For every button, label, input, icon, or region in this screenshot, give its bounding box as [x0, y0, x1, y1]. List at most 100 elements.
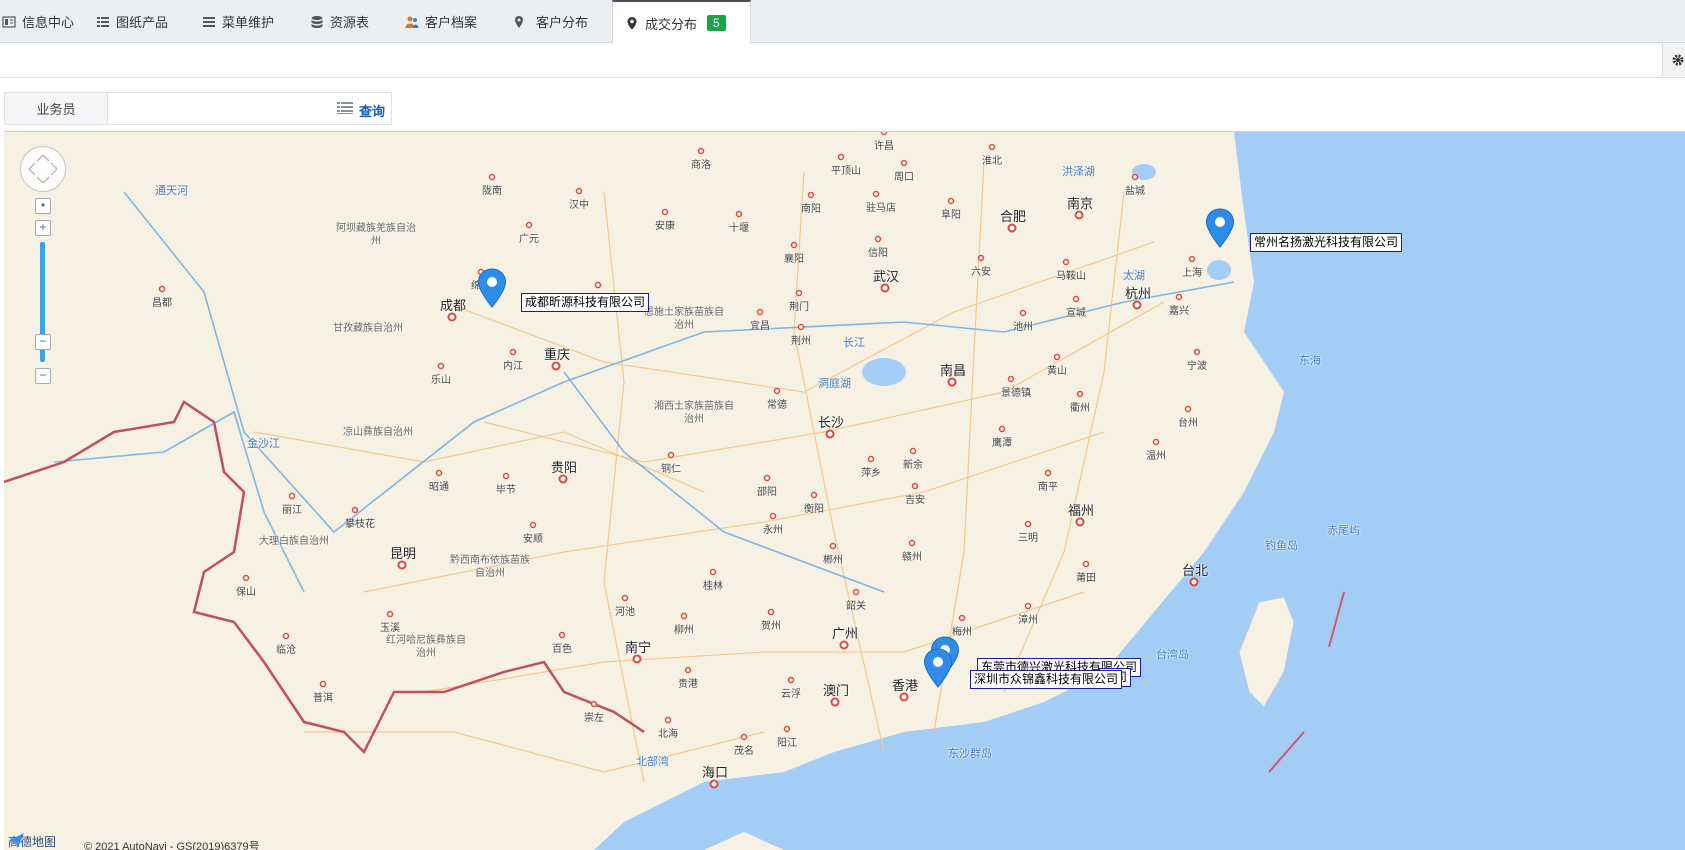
city-dot	[664, 716, 672, 724]
city-dot	[158, 285, 166, 293]
city-label: 驻马店	[866, 203, 896, 214]
city-label: 茂名	[734, 746, 754, 757]
salesperson-input[interactable]	[112, 94, 346, 125]
zoom-out-button[interactable]: −	[35, 368, 51, 384]
marker-label-chengdu[interactable]: 成都昕源科技有限公司	[521, 293, 650, 312]
tab-label: 图纸产品	[116, 15, 169, 30]
zoom-slider-handle[interactable]: −	[35, 334, 51, 350]
tab-customer-distribution[interactable]: 客户分布	[512, 0, 588, 43]
city-label: 平顶山	[831, 166, 861, 177]
city-label: 铜仁	[661, 464, 681, 475]
city-dot	[769, 512, 777, 520]
city-label: 周口	[894, 172, 914, 183]
city-dot	[1072, 295, 1080, 303]
city-label: 保山	[236, 587, 256, 598]
city-label: 崇左	[584, 713, 604, 724]
city-dot	[351, 506, 359, 514]
settings-button[interactable]	[1662, 44, 1685, 76]
city-label: 鹰潭	[992, 438, 1012, 449]
city-dot	[447, 312, 457, 322]
city-dot	[1076, 390, 1084, 398]
city-dot	[880, 132, 888, 136]
list-picker-icon[interactable]	[337, 102, 353, 115]
city-dot	[594, 281, 602, 289]
city-dot	[242, 574, 250, 582]
city-dot	[590, 700, 598, 708]
tab-customer-files[interactable]: 客户档案	[405, 0, 477, 43]
city-label: 乐山	[431, 375, 451, 386]
city-label: 三明	[1018, 533, 1038, 544]
marker-label-changzhou[interactable]: 常州名扬激光科技有限公司	[1250, 233, 1403, 252]
city-dot	[899, 692, 909, 702]
city-label: 六安	[971, 267, 991, 278]
city-label: 荆门	[789, 302, 809, 313]
city-label: 成都	[440, 298, 467, 313]
city-dot	[1082, 560, 1090, 568]
pan-arrows-icon	[28, 154, 58, 184]
city-dot	[874, 235, 882, 243]
tab-drawing-products[interactable]: 图纸产品	[96, 0, 168, 43]
city-label: 普洱	[313, 693, 333, 704]
city-dot	[947, 377, 957, 387]
city-dot	[735, 210, 743, 218]
city-label: 温州	[1146, 451, 1166, 462]
city-label: 荆州	[791, 336, 811, 347]
zoom-in-button[interactable]: +	[35, 220, 51, 236]
city-label: 昌都	[152, 298, 172, 309]
city-dot	[680, 612, 688, 620]
city-dot	[872, 190, 880, 198]
marker-pin-changzhou[interactable]	[1205, 208, 1235, 248]
query-button[interactable]: 查询	[359, 101, 385, 120]
tab-menu-maintenance[interactable]: 菜单维护	[202, 0, 274, 43]
city-label: 长沙	[818, 415, 845, 430]
city-dot	[783, 725, 791, 733]
city-dot	[575, 187, 583, 195]
locate-button[interactable]: •	[35, 198, 51, 214]
city-label: 贺州	[761, 621, 781, 632]
city-dot	[667, 451, 675, 459]
city-label: 吉安	[905, 495, 925, 506]
marker-pin-chengdu[interactable]	[477, 268, 507, 308]
city-dot	[282, 632, 290, 640]
city-dot	[488, 173, 496, 181]
city-dot	[756, 308, 764, 316]
region-label: 湘西土家族苗族自治州	[654, 401, 734, 425]
menu-icon	[203, 16, 215, 27]
city-label: 云浮	[781, 689, 801, 700]
region-label: 阿坝藏族羌族自治州	[336, 223, 416, 247]
city-label: 信阳	[868, 248, 888, 259]
city-label: 景德镇	[1001, 388, 1031, 399]
water-label: 台湾岛	[1156, 649, 1189, 661]
city-label: 池州	[1013, 322, 1033, 333]
city-dot	[288, 492, 296, 500]
marker-pin-shenzhen[interactable]	[923, 648, 953, 688]
city-dot	[900, 159, 908, 167]
city-dot	[1152, 438, 1160, 446]
city-label: 邵阳	[757, 487, 777, 498]
tab-deal-distribution[interactable]: 成交分布 5	[612, 0, 751, 44]
city-dot	[837, 153, 845, 161]
region-label: 恩施土家族苗族自治州	[644, 307, 724, 331]
city-label: 陇南	[482, 186, 502, 197]
city-label: 淮北	[982, 156, 1002, 167]
marker-label-shenzhen[interactable]: 深圳市众锦鑫科技有限公司	[970, 670, 1123, 689]
city-dot	[437, 362, 445, 370]
city-dot	[807, 191, 815, 199]
region-label: 红河哈尼族彝族自治州	[386, 635, 466, 659]
city-dot	[830, 697, 840, 707]
city-label: 十堰	[729, 223, 749, 234]
city-dot	[767, 608, 775, 616]
city-dot	[1189, 577, 1199, 587]
pan-control[interactable]	[20, 146, 66, 192]
toolbar-row	[0, 44, 1685, 78]
deal-count-badge: 5	[707, 15, 726, 31]
deal-distribution-map[interactable]: 成都 重庆 武汉 南京 杭州 合肥 南昌 长沙 贵阳 昆明 福州 广州 南宁 台北 香港 澳门 海口 上海 嘉兴 宁波…	[4, 131, 1685, 850]
city-dot	[1184, 405, 1192, 413]
region-label: 大理白族自治州	[259, 536, 329, 547]
city-dot	[1007, 375, 1015, 383]
city-label: 南京	[1067, 196, 1094, 211]
city-dot	[998, 425, 1006, 433]
tab-info-center[interactable]: 信息中心	[2, 0, 74, 43]
tab-resources[interactable]: 资源表	[310, 0, 369, 43]
city-dot	[880, 283, 890, 293]
